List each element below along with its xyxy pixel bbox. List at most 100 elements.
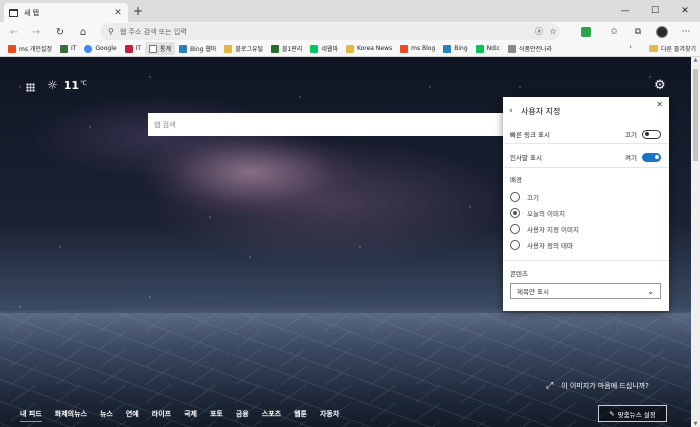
favorite-item[interactable]: 네웹마 <box>306 42 342 55</box>
ms-icon <box>400 44 409 53</box>
it2-icon <box>124 44 133 53</box>
back-button[interactable]: ← <box>6 24 22 40</box>
bing-icon <box>443 44 452 53</box>
favorite-item[interactable]: Ndic <box>472 42 504 55</box>
close-window-button[interactable]: ✕ <box>670 0 700 22</box>
radio-button[interactable] <box>510 224 520 234</box>
favorite-item[interactable]: Korea News <box>342 42 396 55</box>
favorite-item[interactable]: ms 개인설정 <box>4 42 56 55</box>
nav-item[interactable]: 자동차 <box>320 409 339 422</box>
background-option-image-of-day[interactable]: 오늘의 이미지 <box>510 208 565 218</box>
collections-icon[interactable]: ⧉ <box>630 24 646 40</box>
nav-item[interactable]: 웹툰 <box>294 409 307 422</box>
image-feedback-text: 이 이미지가 마음에 드십니까? <box>561 382 649 390</box>
nav-item[interactable]: 연예 <box>126 409 139 422</box>
maximize-button[interactable]: ☐ <box>640 0 670 22</box>
app-launcher-grid-icon[interactable] <box>26 83 35 92</box>
refresh-button[interactable]: ↻ <box>52 24 68 40</box>
favorite-item[interactable]: 블1판리 <box>267 42 306 55</box>
blog-icon <box>271 44 280 53</box>
chevron-down-icon: ⌄ <box>647 286 654 296</box>
it-icon <box>59 44 68 53</box>
background-section-label: 배경 <box>510 176 522 184</box>
new-tab-favicon-icon <box>9 8 18 17</box>
background-option-custom-image[interactable]: 사용자 지정 이미지 <box>510 224 579 234</box>
image-feedback-link[interactable]: ⤢ 이 이미지가 마음에 드십니까? <box>546 381 649 391</box>
profile-icon[interactable] <box>654 24 670 40</box>
background-option-custom-theme[interactable]: 사용자 정의 테마 <box>510 240 573 250</box>
new-tab-button[interactable]: + <box>132 4 144 18</box>
page-settings-gear-icon[interactable]: ⚙ <box>654 78 666 93</box>
divider <box>503 260 669 261</box>
other-favorites-label: 다른 즐겨찾기 <box>660 46 696 53</box>
panel-title: 사용자 지정 <box>521 107 561 116</box>
favorites-bar: ms 개인설정 IT Google IT 통계 Bing 웹마 블로그유틸 블1… <box>0 41 700 57</box>
folder-icon <box>345 44 354 53</box>
content-select[interactable]: 제목만 표시 ⌄ <box>510 283 661 299</box>
radio-button[interactable] <box>510 240 520 250</box>
tab-close-icon[interactable]: ✕ <box>113 8 123 18</box>
nav-item-my-feed[interactable]: 내 피드 <box>20 409 42 422</box>
panel-back-chevron-icon[interactable]: ‹ <box>509 106 513 116</box>
address-bar[interactable]: ⚲ 웹 주소 검색 또는 입력 ⓐ ☆ <box>100 23 560 40</box>
nav-item[interactable]: 라이프 <box>152 409 171 422</box>
quick-links-label: 빠른 링크 표시 <box>510 131 551 139</box>
radio-button-checked[interactable] <box>510 208 520 218</box>
greeting-toggle[interactable] <box>642 152 661 162</box>
page-scrollbar[interactable]: ▲ ▼ <box>691 57 700 427</box>
favorite-item[interactable]: IT <box>56 42 80 55</box>
tab-new-tab[interactable]: 새 탭 ✕ <box>4 3 128 22</box>
other-favorites-folder[interactable]: 다른 즐겨찾기 <box>648 42 696 55</box>
favorite-item[interactable]: 통계 <box>145 42 176 55</box>
quick-links-toggle[interactable] <box>642 129 661 139</box>
scroll-up-arrow-icon[interactable]: ▲ <box>691 57 700 63</box>
greeting-row: 인사말 표시 켜기 <box>510 152 661 162</box>
favorite-item[interactable]: 식품안전나라 <box>504 42 556 55</box>
doc-icon <box>149 44 158 53</box>
favorite-item[interactable]: Google <box>80 42 120 55</box>
panel-close-icon[interactable]: ✕ <box>656 100 663 109</box>
personalize-news-button[interactable]: ✎ 맞춤뉴스 설정 <box>598 405 667 422</box>
home-button[interactable]: ⌂ <box>75 24 91 40</box>
forward-button[interactable]: → <box>28 24 44 40</box>
translate-icon[interactable]: ⓐ <box>532 26 546 37</box>
nav-item[interactable]: 뉴스 <box>100 409 113 422</box>
nav-item[interactable]: 화제의뉴스 <box>55 409 87 422</box>
weather-unit: ℃ <box>80 79 87 87</box>
nav-item[interactable]: 국제 <box>184 409 197 422</box>
favorites-icon[interactable]: ✩ <box>606 24 622 40</box>
news-nav-items: 내 피드 화제의뉴스 뉴스 연예 라이프 국제 포토 금융 스포츠 웹툰 자동차 <box>20 409 352 422</box>
menu-icon[interactable]: ··· <box>678 24 694 40</box>
favorite-item[interactable]: Bing 웹마 <box>175 42 220 55</box>
naver-icon <box>310 44 319 53</box>
search-placeholder: 웹 검색 <box>154 120 176 129</box>
favorite-item[interactable]: IT <box>121 42 145 55</box>
extension-icon[interactable] <box>578 24 594 40</box>
quick-links-row: 빠른 링크 표시 끄기 <box>510 129 661 139</box>
nav-item[interactable]: 포토 <box>210 409 223 422</box>
scroll-down-arrow-icon[interactable]: ▼ <box>691 421 700 427</box>
favorite-item[interactable]: ms Blog <box>396 42 439 55</box>
radio-button[interactable] <box>510 192 520 202</box>
google-icon <box>84 44 93 53</box>
search-icon: ⚲ <box>108 27 114 36</box>
nav-item[interactable]: 금융 <box>236 409 249 422</box>
content-section-label: 콘텐츠 <box>510 270 528 278</box>
weather-widget[interactable]: ☼ 11 ℃ <box>47 78 87 92</box>
background-option-off[interactable]: 끄기 <box>510 192 539 202</box>
scrollbar-thumb[interactable] <box>693 69 698 161</box>
customize-panel: ‹ 사용자 지정 ✕ 빠른 링크 표시 끄기 인사말 표시 켜기 배경 끄기 오… <box>503 97 669 311</box>
web-search-box[interactable]: 웹 검색 <box>148 113 503 136</box>
new-tab-page: ☼ 11 ℃ ⚙ 웹 검색 ‹ 사용자 지정 ✕ 빠른 링크 표시 끄기 인사말… <box>0 57 700 427</box>
tab-strip: 새 탭 ✕ + — ☐ ✕ <box>0 0 700 22</box>
favorite-star-icon[interactable]: ☆ <box>546 27 560 36</box>
sun-icon: ☼ <box>47 78 58 92</box>
favorites-overflow-chevron-icon[interactable]: › <box>629 43 632 51</box>
nav-item[interactable]: 스포츠 <box>262 409 281 422</box>
minimize-button[interactable]: — <box>610 0 640 22</box>
divider <box>503 143 669 144</box>
favorite-item[interactable]: Bing <box>439 42 471 55</box>
bing-icon <box>179 44 188 53</box>
expand-arrows-icon: ⤢ <box>546 381 554 391</box>
favorite-item[interactable]: 블로그유틸 <box>220 42 267 55</box>
